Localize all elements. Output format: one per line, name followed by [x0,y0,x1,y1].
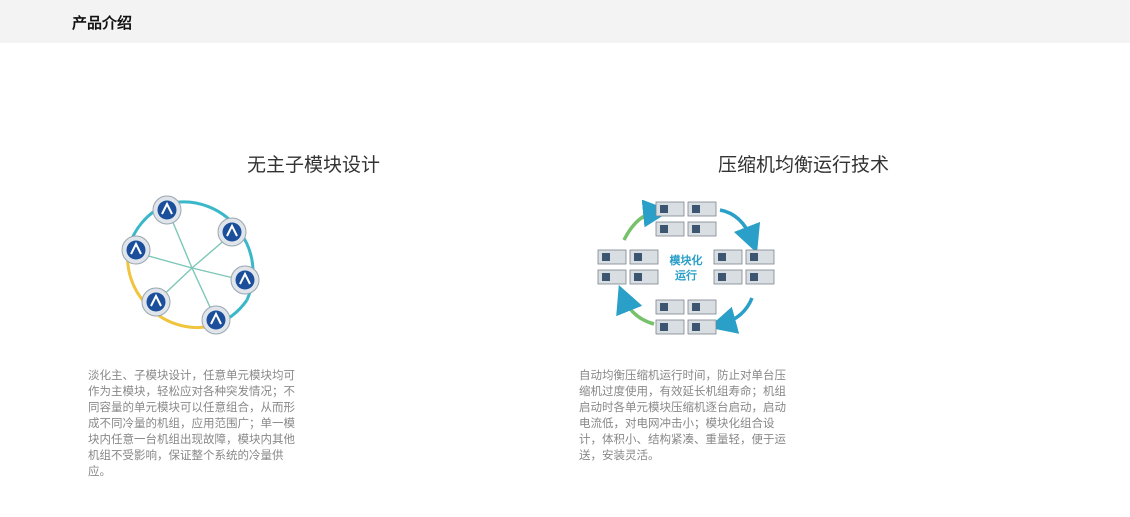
page-title: 产品介绍 [72,14,133,32]
feature-desc-modular: 淡化主、子模块设计，任意单元模块均可作为主模块，轻松应对各种突发情况；不同容量的… [88,368,295,478]
center-label-line2: 运行 [675,268,697,282]
center-label-line1: 模块化 [670,253,703,267]
feature-title-compressor: 压缩机均衡运行技术 [718,154,890,176]
module-rotation-diagram: 模块化 运行 [592,199,782,342]
header-bar: 产品介绍 [0,0,1130,43]
module-ring-diagram [112,192,272,342]
feature-desc-compressor: 自动均衡压缩机运行时间，防止对单台压缩机过度使用，有效延长机组寿命；机组启动时各… [579,368,786,462]
feature-title-modular: 无主子模块设计 [247,154,381,176]
